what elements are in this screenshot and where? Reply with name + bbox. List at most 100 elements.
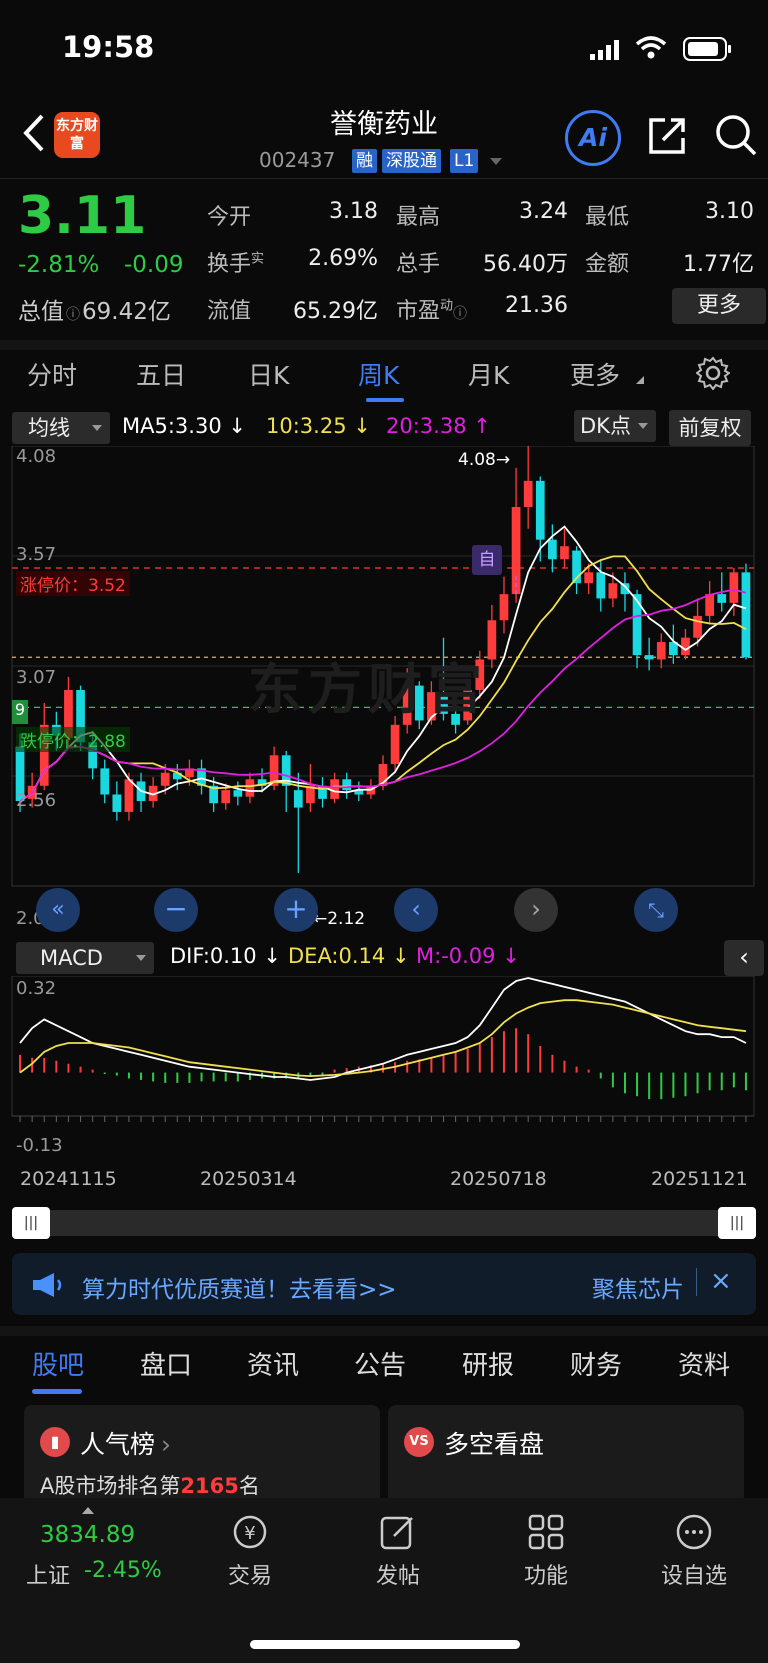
bull-bear-card[interactable] bbox=[388, 1405, 744, 1505]
macd-y-top: 0.32 bbox=[16, 978, 57, 999]
tab-research[interactable]: 研报 bbox=[462, 1345, 514, 1382]
more-button[interactable]: 更多 bbox=[672, 288, 766, 324]
nav-post[interactable]: 发帖 bbox=[348, 1558, 448, 1590]
tab-more[interactable]: 更多 bbox=[570, 356, 620, 392]
total-value-amount: 69.42亿 bbox=[82, 299, 171, 325]
candle-body bbox=[656, 642, 666, 660]
section-divider-2 bbox=[0, 1326, 768, 1336]
bull-bear-title: 多空看盘 bbox=[444, 1430, 545, 1459]
scroll-far-left-icon[interactable]: « bbox=[36, 888, 80, 932]
x-date-2: 20250314 bbox=[200, 1168, 297, 1190]
svg-text:¥: ¥ bbox=[244, 1523, 255, 1544]
megaphone-icon bbox=[30, 1270, 66, 1300]
turnover-sup: 实 bbox=[251, 251, 265, 267]
adjust-button[interactable]: 前复权 bbox=[669, 410, 751, 446]
zoom-out-icon[interactable]: − bbox=[154, 888, 198, 932]
banner-right-text[interactable]: 聚焦芯片 bbox=[592, 1270, 684, 1304]
dif-text: DIF:0.10 bbox=[170, 944, 257, 968]
ma5-text: MA5:3.30 bbox=[122, 414, 222, 438]
high-marker: 4.08→ bbox=[458, 450, 511, 470]
watchlist-icon[interactable] bbox=[674, 1512, 714, 1552]
candle-body bbox=[535, 480, 545, 540]
candle-body bbox=[390, 724, 400, 765]
ai-button[interactable]: Ai bbox=[565, 110, 621, 166]
tab-profile[interactable]: 资料 bbox=[678, 1345, 730, 1382]
low-marker: ←2.12 bbox=[313, 909, 366, 929]
open-value: 3.18 bbox=[329, 199, 378, 224]
gear-icon[interactable] bbox=[695, 356, 731, 391]
range-slider-track[interactable] bbox=[12, 1210, 756, 1236]
candle-body bbox=[693, 615, 702, 638]
macd-chart[interactable] bbox=[0, 976, 768, 1162]
fullscreen-icon[interactable]: ⤡ bbox=[634, 888, 678, 932]
high-label: 最高 bbox=[396, 205, 441, 230]
m-label: M:-0.09 ↓ bbox=[416, 944, 520, 968]
range-handle-right[interactable]: ||| bbox=[718, 1207, 756, 1239]
tab-pankou[interactable]: 盘口 bbox=[140, 1345, 192, 1382]
info-icon[interactable]: ⓘ bbox=[66, 307, 80, 323]
scroll-right-icon[interactable]: › bbox=[514, 888, 558, 932]
current-price: 3.11 bbox=[18, 186, 147, 246]
tab-weekly-k[interactable]: 周K bbox=[358, 356, 399, 392]
index-value[interactable]: 3834.89 bbox=[40, 1522, 135, 1548]
share-icon[interactable] bbox=[645, 114, 689, 158]
nav-function[interactable]: 功能 bbox=[496, 1558, 596, 1590]
ma-dropdown[interactable]: 均线 bbox=[12, 412, 110, 444]
zoom-in-icon[interactable]: + bbox=[274, 888, 318, 932]
status-time: 19:58 bbox=[62, 30, 155, 64]
candle-body bbox=[221, 790, 231, 804]
candle-body bbox=[729, 572, 739, 603]
more-tab-caret-icon bbox=[636, 376, 644, 384]
event-marker[interactable]: 自 bbox=[472, 545, 502, 575]
y-label-3: 3.07 bbox=[16, 667, 57, 688]
x-date-3: 20250718 bbox=[450, 1168, 547, 1190]
price-change: -0.09 bbox=[124, 252, 184, 278]
index-expand-icon[interactable] bbox=[82, 1507, 94, 1514]
banner-text[interactable]: 算力时代优质赛道！去看看>> bbox=[82, 1270, 397, 1304]
chevron-down-icon[interactable] bbox=[490, 158, 502, 165]
dk-button[interactable]: DK点 bbox=[574, 410, 656, 442]
candle-body bbox=[499, 594, 509, 621]
scroll-left-icon[interactable]: ‹ bbox=[394, 888, 438, 932]
macd-dropdown[interactable]: MACD bbox=[16, 942, 154, 974]
connect-tag: 深股通 bbox=[382, 149, 441, 173]
nav-watchlist[interactable]: 设自选 bbox=[644, 1558, 744, 1590]
tab-announcements[interactable]: 公告 bbox=[354, 1345, 406, 1382]
search-icon[interactable] bbox=[713, 112, 759, 158]
tab-guba[interactable]: 股吧 bbox=[32, 1345, 84, 1382]
post-icon[interactable] bbox=[378, 1512, 418, 1552]
tab-timeshare[interactable]: 分时 bbox=[27, 356, 77, 392]
ma20-label: 20:3.38 ↑ bbox=[386, 414, 491, 438]
tab-daily-k[interactable]: 日K bbox=[248, 356, 289, 392]
section-divider bbox=[0, 340, 768, 350]
function-icon[interactable] bbox=[526, 1512, 566, 1552]
tab-finance[interactable]: 财务 bbox=[570, 1345, 622, 1382]
range-handle-left[interactable]: ||| bbox=[12, 1207, 50, 1239]
candle-body bbox=[644, 655, 654, 660]
candle-body bbox=[632, 594, 642, 656]
tab-monthly-k[interactable]: 月K bbox=[468, 356, 509, 392]
battery-icon bbox=[683, 37, 733, 61]
collapse-panel-icon[interactable]: ‹ bbox=[724, 940, 764, 976]
dif-label: DIF:0.10 ↓ bbox=[170, 944, 281, 968]
nav-trade[interactable]: 交易 bbox=[200, 1558, 300, 1590]
dea-label: DEA:0.14 ↓ bbox=[288, 944, 410, 968]
pe-info-icon[interactable]: ⓘ bbox=[453, 306, 467, 322]
tab-news[interactable]: 资讯 bbox=[247, 1345, 299, 1382]
index-label[interactable]: 上证 bbox=[26, 1558, 70, 1590]
stock-code: 002437 bbox=[259, 148, 336, 172]
candle-body bbox=[523, 480, 533, 507]
turnover-label-text: 换手 bbox=[207, 252, 252, 277]
candle-body bbox=[511, 506, 521, 595]
amount-label: 金额 bbox=[585, 252, 630, 277]
amount-value: 1.77亿 bbox=[683, 252, 754, 277]
y-label-top: 4.08 bbox=[16, 446, 57, 467]
index-change[interactable]: -2.45% bbox=[84, 1558, 162, 1583]
trade-icon[interactable]: ¥ bbox=[230, 1512, 270, 1552]
volume-value: 56.40万 bbox=[483, 252, 568, 277]
tab-five-day[interactable]: 五日 bbox=[136, 356, 186, 392]
home-indicator bbox=[250, 1640, 520, 1649]
total-value-label: 总值 bbox=[18, 299, 64, 325]
candle-body bbox=[160, 772, 170, 786]
close-icon[interactable]: × bbox=[710, 1266, 732, 1296]
